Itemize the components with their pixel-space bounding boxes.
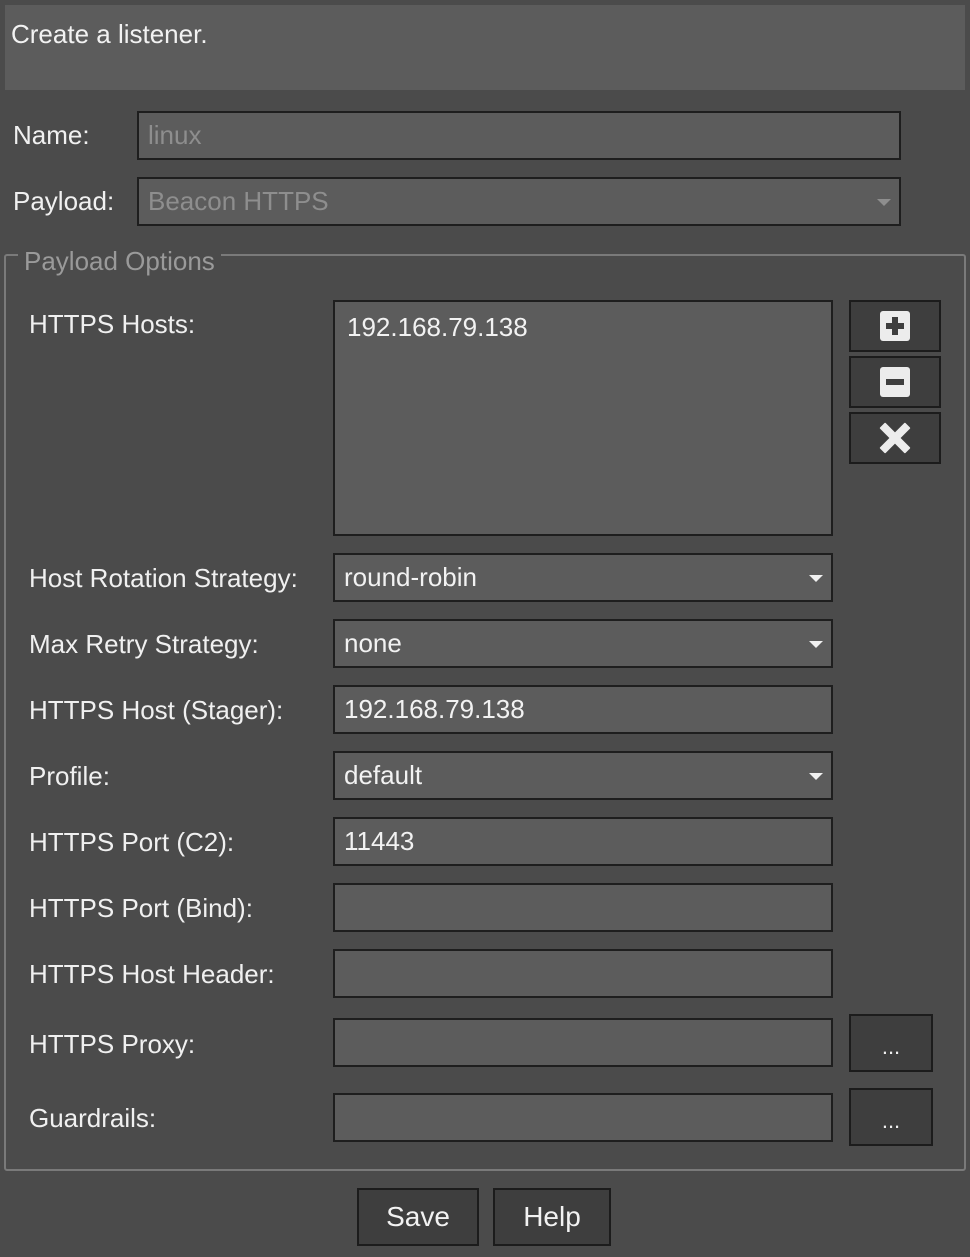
clear-hosts-button[interactable] [849, 412, 941, 464]
plus-icon [880, 311, 910, 341]
guardrails-label: Guardrails: [29, 1103, 157, 1133]
https-hosts-list[interactable]: 192.168.79.138 [333, 300, 833, 536]
name-label: Name: [13, 120, 90, 150]
port-c2-input[interactable]: 11443 [333, 817, 833, 866]
add-host-button[interactable] [849, 300, 941, 352]
remove-host-button[interactable] [849, 356, 941, 408]
proxy-input[interactable] [333, 1018, 833, 1067]
port-bind-label: HTTPS Port (Bind): [29, 893, 253, 923]
guardrails-browse-button[interactable]: ... [849, 1088, 933, 1146]
host-rotation-value: round-robin [344, 562, 477, 592]
https-hosts-label: HTTPS Hosts: [29, 309, 196, 339]
port-bind-input[interactable] [333, 883, 833, 932]
host-rotation-select[interactable]: round-robin [333, 553, 833, 602]
guardrails-input[interactable] [333, 1093, 833, 1142]
save-button[interactable]: Save [357, 1188, 479, 1246]
create-listener-dialog: Create a listener. Name: linux Payload: … [0, 0, 970, 1257]
name-input[interactable]: linux [137, 111, 901, 160]
minus-icon [880, 367, 910, 397]
port-c2-label: HTTPS Port (C2): [29, 827, 235, 857]
max-retry-label: Max Retry Strategy: [29, 629, 259, 659]
chevron-down-icon [809, 640, 823, 648]
close-icon [879, 422, 911, 454]
chevron-down-icon [877, 198, 891, 206]
chevron-down-icon [809, 574, 823, 582]
payload-select-value: Beacon HTTPS [148, 186, 329, 216]
host-header-label: HTTPS Host Header: [29, 959, 275, 989]
proxy-label: HTTPS Proxy: [29, 1029, 196, 1059]
proxy-browse-button[interactable]: ... [849, 1014, 933, 1072]
list-item[interactable]: 192.168.79.138 [347, 312, 819, 343]
profile-select[interactable]: default [333, 751, 833, 800]
payload-label: Payload: [13, 186, 115, 216]
max-retry-select[interactable]: none [333, 619, 833, 668]
host-header-input[interactable] [333, 949, 833, 998]
host-rotation-label: Host Rotation Strategy: [29, 563, 298, 593]
help-button[interactable]: Help [493, 1188, 611, 1246]
stager-host-input[interactable]: 192.168.79.138 [333, 685, 833, 734]
payload-options-legend: Payload Options [18, 246, 221, 277]
max-retry-value: none [344, 628, 402, 658]
profile-label: Profile: [29, 761, 110, 791]
payload-select[interactable]: Beacon HTTPS [137, 177, 901, 226]
dialog-description: Create a listener. [5, 5, 965, 90]
profile-value: default [344, 760, 423, 790]
stager-host-label: HTTPS Host (Stager): [29, 695, 284, 725]
chevron-down-icon [809, 772, 823, 780]
